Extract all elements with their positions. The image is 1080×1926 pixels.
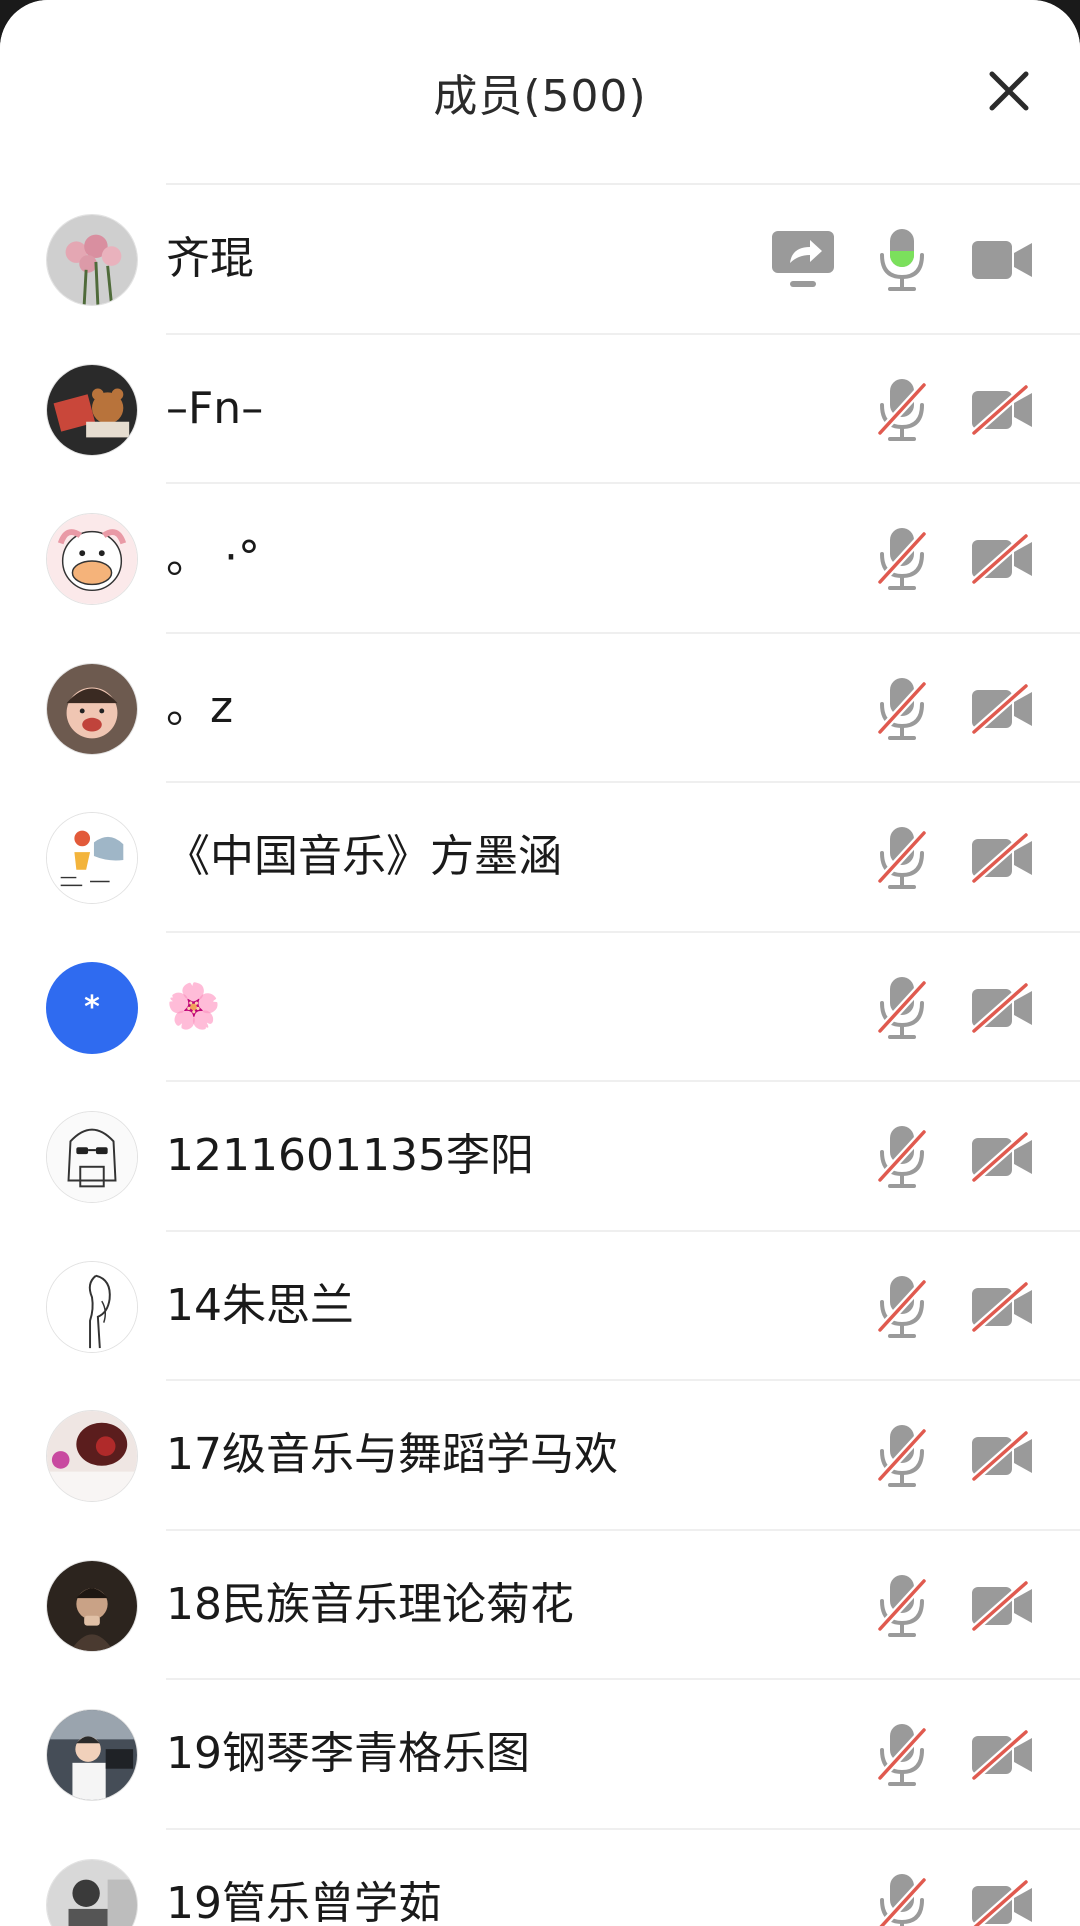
member-name: 齐琨 (166, 233, 254, 284)
kid-in-car-avatar (46, 1709, 138, 1801)
line-art-girl-avatar (46, 1260, 138, 1353)
members-sheet: 成员(500) 齐琨 –Fn– 。 ·° 。z 《中国音乐》方墨涵 * 🌸 12… (0, 0, 1080, 1926)
camera-off-icon[interactable] (970, 1131, 1034, 1183)
microphone-muted-icon[interactable] (876, 825, 928, 891)
microphone-muted-icon[interactable] (876, 1872, 928, 1926)
cartoon-duck-avatar (46, 513, 138, 605)
camera-off-icon[interactable] (970, 1878, 1034, 1926)
camera-off-icon[interactable] (970, 832, 1034, 884)
dark-portrait-avatar (46, 1559, 138, 1652)
close-icon (989, 71, 1029, 111)
microphone-muted-icon[interactable] (876, 1722, 928, 1788)
member-row[interactable]: 1211601135李阳 (0, 1082, 1080, 1232)
camera-off-icon[interactable] (970, 1729, 1034, 1781)
member-row[interactable]: 19钢琴李青格乐图 (0, 1680, 1080, 1830)
sunglasses-girl-avatar (46, 1111, 138, 1203)
member-name: 18民族音乐理论菊花 (166, 1578, 574, 1630)
microphone-icon[interactable] (876, 227, 928, 293)
member-row[interactable]: 19管乐曾学茹 (0, 1830, 1080, 1926)
microphone-muted-icon[interactable] (876, 676, 928, 742)
microphone-muted-icon[interactable] (876, 1423, 928, 1489)
bear-avatar (46, 363, 138, 456)
microphone-muted-icon[interactable] (876, 1274, 928, 1340)
screen-share-icon (770, 227, 836, 293)
microphone-muted-icon[interactable] (876, 1573, 928, 1639)
member-row[interactable]: 18民族音乐理论菊花 (0, 1531, 1080, 1681)
blue-asterisk-avatar: * (46, 961, 138, 1054)
camera-off-icon[interactable] (970, 383, 1034, 436)
close-button[interactable] (982, 64, 1036, 118)
page-title: 成员(500) (433, 71, 647, 122)
bw-photo-avatar (46, 1858, 138, 1926)
member-row[interactable]: 17级音乐与舞蹈学马欢 (0, 1381, 1080, 1531)
flowers-avatar (46, 214, 138, 306)
member-name: 1211601135李阳 (166, 1130, 534, 1181)
member-name: 19管乐曾学茹 (166, 1877, 442, 1926)
microphone-muted-icon[interactable] (876, 526, 928, 592)
member-name: 《中国音乐》方墨涵 (166, 831, 562, 882)
member-name: 19钢琴李青格乐图 (166, 1728, 530, 1779)
member-name: 14朱思兰 (166, 1279, 354, 1331)
camera-off-icon[interactable] (970, 533, 1034, 585)
sketch-avatar (46, 812, 138, 904)
microphone-muted-icon[interactable] (876, 975, 928, 1041)
member-row[interactable]: * 🌸 (0, 933, 1080, 1083)
member-name: 17级音乐与舞蹈学马欢 (166, 1429, 618, 1480)
member-name: 。z (166, 681, 234, 733)
avatar-initial: * (84, 990, 100, 1025)
microphone-muted-icon[interactable] (876, 377, 928, 443)
member-row[interactable]: 。 ·° (0, 484, 1080, 634)
camera-icon[interactable] (970, 235, 1034, 285)
sheet-header: 成员(500) (0, 0, 1080, 180)
member-row[interactable]: 14朱思兰 (0, 1232, 1080, 1382)
camera-off-icon[interactable] (970, 1430, 1034, 1482)
member-name: –Fn– (166, 382, 264, 434)
member-row[interactable]: 。z (0, 634, 1080, 784)
member-list[interactable]: 齐琨 –Fn– 。 ·° 。z 《中国音乐》方墨涵 * 🌸 1211601135… (0, 185, 1080, 1926)
camera-off-icon[interactable] (970, 1579, 1034, 1632)
member-row[interactable]: 齐琨 (0, 185, 1080, 335)
divider (166, 183, 1080, 185)
member-row[interactable]: –Fn– (0, 335, 1080, 485)
child-photo-avatar (46, 662, 138, 755)
member-name: 🌸 (166, 980, 221, 1032)
member-row[interactable]: 《中国音乐》方墨涵 (0, 783, 1080, 933)
camera-off-icon[interactable] (970, 682, 1034, 735)
red-flower-avatar (46, 1410, 138, 1502)
microphone-muted-icon[interactable] (876, 1124, 928, 1190)
member-name: 。 ·° (166, 532, 260, 583)
camera-off-icon[interactable] (970, 1280, 1034, 1333)
camera-off-icon[interactable] (970, 981, 1034, 1034)
